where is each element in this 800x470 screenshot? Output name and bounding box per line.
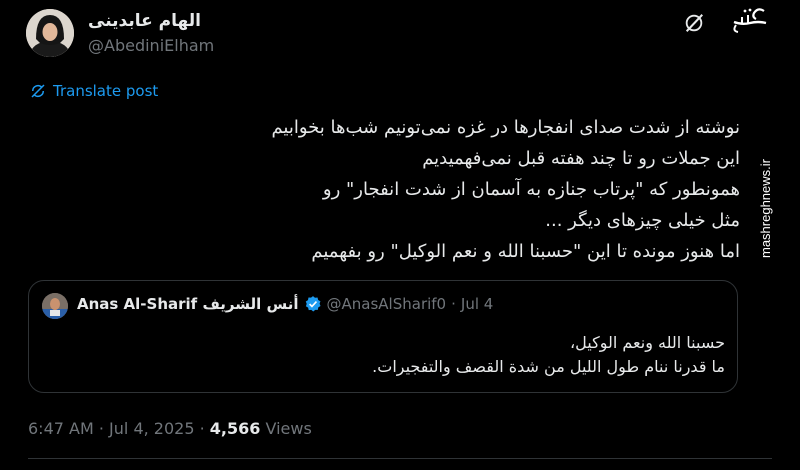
dot-separator: ·	[199, 419, 205, 438]
divider	[28, 458, 772, 459]
tweet-date[interactable]: Jul 4, 2025	[109, 419, 194, 438]
quoted-date[interactable]: Jul 4	[461, 295, 493, 313]
quoted-author-name[interactable]: Anas Al-Sharif أنس الشريف	[77, 295, 299, 313]
quoted-tweet[interactable]: Anas Al-Sharif أنس الشريف @AnasAlSharif0…	[28, 280, 738, 393]
grok-icon[interactable]	[683, 12, 705, 34]
translate-post-label: Translate post	[53, 82, 159, 100]
tweet-line: همونطور که "پرتاب جنازه به آسمان از شدت …	[322, 179, 740, 200]
quoted-text: حسبنا الله ونعم الوكيل، ما قدرنا ننام طو…	[372, 331, 725, 379]
tweet-line: این جملات رو تا چند هفته قبل نمی‌فهمیدیم	[422, 148, 740, 169]
avatar-image	[26, 9, 74, 57]
quoted-line: حسبنا الله ونعم الوكيل،	[569, 333, 725, 352]
tweet-line: مثل خیلی چیزهای دیگر ...	[545, 210, 740, 231]
verified-badge-icon	[305, 296, 321, 312]
quoted-line: ما قدرنا ننام طول الليل من شدة القصف وال…	[372, 357, 725, 376]
author-handle[interactable]: @AbediniElham	[88, 36, 214, 55]
views-count: 4,566	[209, 419, 261, 438]
quoted-author-handle[interactable]: @AnasAlSharif0	[327, 295, 447, 313]
tweet-time[interactable]: 6:47 AM	[28, 419, 94, 438]
avatar[interactable]	[26, 9, 74, 57]
author-display-name[interactable]: الهام عابدینی	[88, 11, 201, 31]
tweet-text: نوشته از شدت صدای انفجارها در غزه نمی‌تو…	[60, 112, 740, 267]
watermark-logo	[733, 8, 767, 33]
quoted-avatar-image	[42, 293, 68, 319]
dot-separator: ·	[98, 419, 104, 438]
tweet-line: اما هنوز مونده تا این "حسبنا الله و نعم …	[311, 241, 740, 262]
tweet-line: نوشته از شدت صدای انفجارها در غزه نمی‌تو…	[271, 117, 740, 138]
quoted-avatar[interactable]	[42, 293, 68, 319]
tweet-meta: 6:47 AM · Jul 4, 2025 · 4,566 Views	[28, 419, 312, 438]
translate-post-button[interactable]: Translate post	[29, 82, 158, 100]
views-label: Views	[265, 419, 312, 438]
dot-separator: ·	[451, 295, 456, 313]
translate-icon	[31, 84, 45, 98]
quoted-header: Anas Al-Sharif أنس الشريف @AnasAlSharif0…	[77, 295, 493, 313]
watermark-url: mashreghnews.ir	[758, 159, 773, 258]
